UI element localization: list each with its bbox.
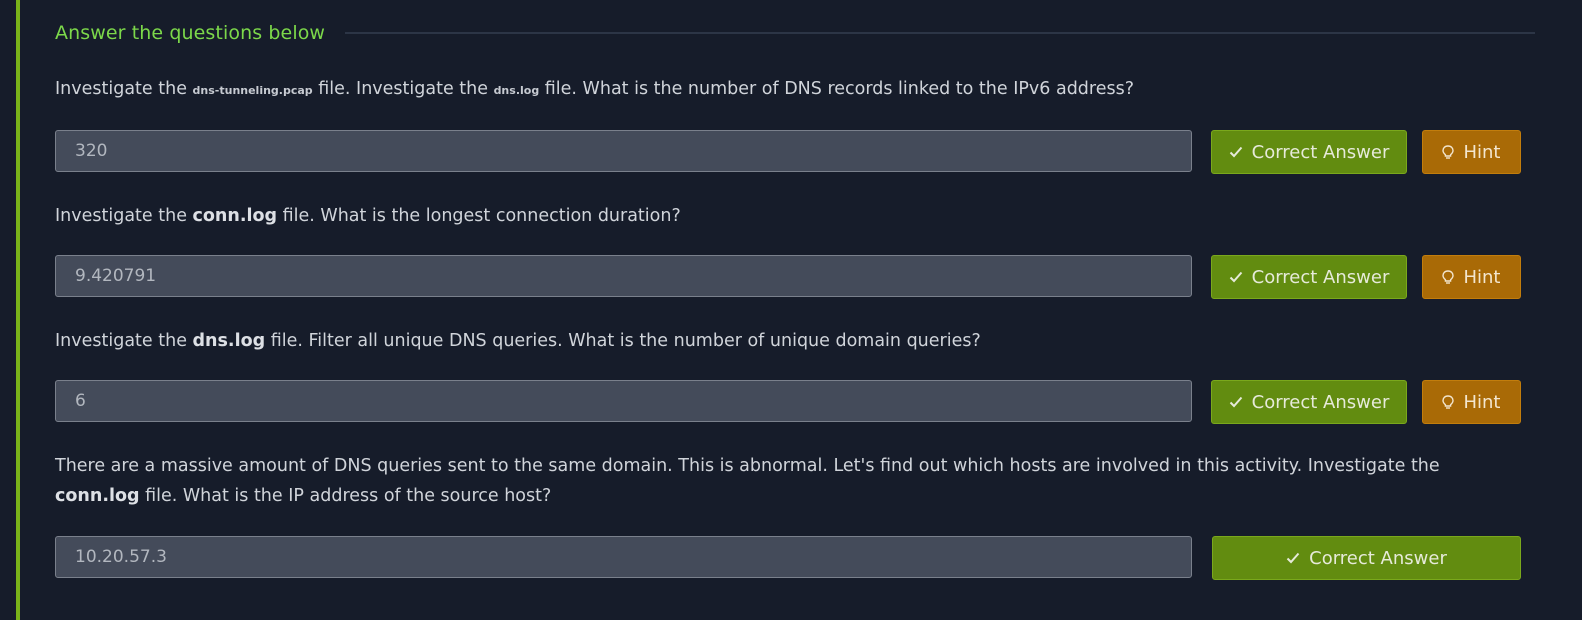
question-text: file. What is the IP address of the sour… (139, 486, 552, 506)
correct-answer-label: Correct Answer (1251, 391, 1390, 413)
hint-label: Hint (1463, 266, 1501, 288)
check-icon (1229, 146, 1243, 158)
section-title: Answer the questions below (55, 22, 326, 44)
question-text: Investigate the (55, 79, 193, 99)
correct-answer-button-2[interactable]: Correct Answer (1211, 255, 1407, 299)
question-1: Investigate the dns-tunneling.pcap file.… (55, 74, 1535, 106)
correct-answer-label: Correct Answer (1251, 266, 1390, 288)
answer-input-2[interactable] (55, 255, 1192, 297)
question-4: There are a massive amount of DNS querie… (55, 451, 1525, 511)
correct-answer-label: Correct Answer (1251, 141, 1390, 163)
check-icon (1286, 552, 1300, 564)
hint-label: Hint (1463, 391, 1501, 413)
hint-button-1[interactable]: Hint (1422, 130, 1521, 174)
file-name: dns-tunneling.pcap (192, 84, 313, 97)
lightbulb-icon (1442, 269, 1455, 285)
question-text: file. Investigate the (312, 79, 494, 99)
question-text: file. Filter all unique DNS queries. Wha… (265, 331, 981, 351)
hint-button-3[interactable]: Hint (1422, 380, 1521, 424)
question-text: file. What is the longest connection dur… (277, 206, 681, 226)
question-3: Investigate the dns.log file. Filter all… (55, 326, 1535, 356)
question-text: Investigate the (55, 206, 193, 226)
file-name: dns.log (192, 331, 266, 351)
correct-answer-label: Correct Answer (1309, 547, 1447, 569)
lightbulb-icon (1442, 144, 1455, 160)
page-background: Answer the questions below Investigate t… (0, 0, 1582, 620)
answer-input-4[interactable] (55, 536, 1192, 578)
question-text: Investigate the (55, 331, 193, 351)
answer-input-3[interactable] (55, 380, 1192, 422)
correct-answer-button-3[interactable]: Correct Answer (1211, 380, 1407, 424)
section-divider (345, 32, 1535, 34)
lightbulb-icon (1442, 394, 1455, 410)
answer-input-1[interactable] (55, 130, 1192, 172)
correct-answer-button-1[interactable]: Correct Answer (1211, 130, 1407, 174)
check-icon (1229, 271, 1243, 283)
correct-answer-button-4[interactable]: Correct Answer (1212, 536, 1521, 580)
hint-button-2[interactable]: Hint (1422, 255, 1521, 299)
check-icon (1229, 396, 1243, 408)
hint-label: Hint (1463, 141, 1501, 163)
file-name: conn.log (55, 486, 140, 506)
question-text: file. What is the number of DNS records … (539, 79, 1135, 99)
question-text: There are a massive amount of DNS querie… (55, 456, 1440, 476)
question-2: Investigate the conn.log file. What is t… (55, 201, 1535, 231)
section-header: Answer the questions below (55, 18, 1535, 48)
file-name: conn.log (192, 206, 278, 226)
file-name: dns.log (493, 84, 540, 97)
